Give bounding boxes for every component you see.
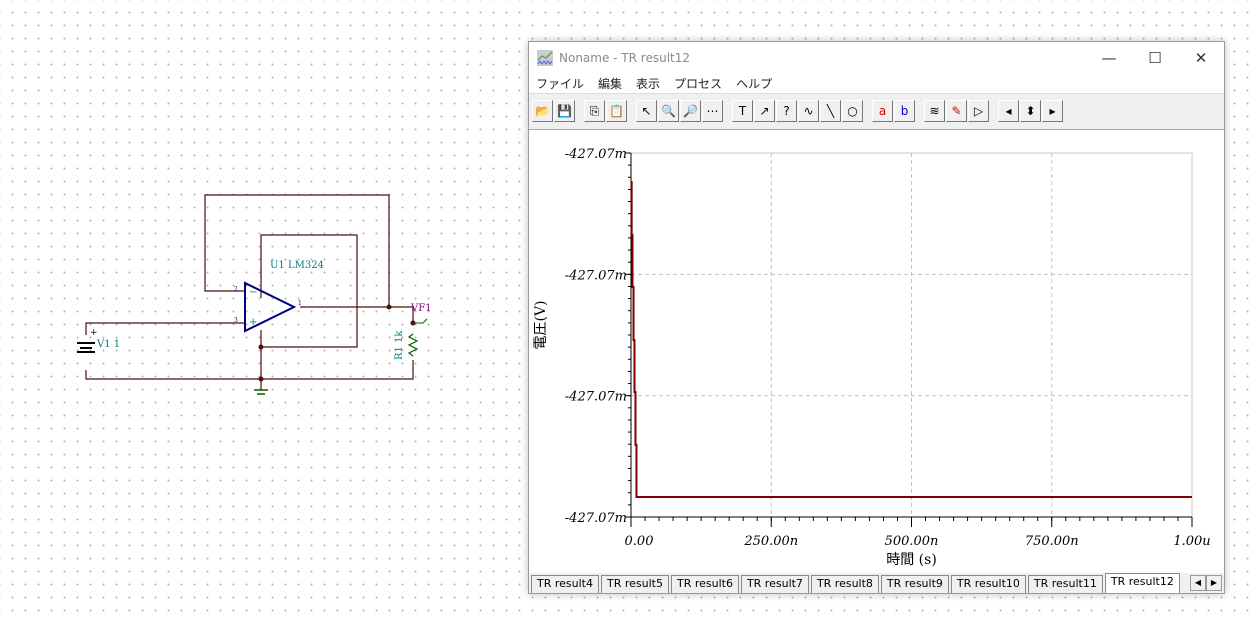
- copy-button[interactable]: ⎘: [584, 100, 605, 122]
- battery-symbol[interactable]: [77, 342, 95, 353]
- pointer-button[interactable]: ↖: [636, 100, 657, 122]
- zoom-100-icon: 🔎: [683, 104, 698, 118]
- cursor-formula-icon: ∿: [803, 104, 814, 118]
- cursor-question-icon: ?: [783, 104, 790, 118]
- cursor-a-button[interactable]: a: [872, 100, 893, 122]
- text-button[interactable]: T: [732, 100, 753, 122]
- add-probe-icon: ✎: [951, 104, 962, 118]
- x-tick-label: 1.00u: [1173, 534, 1210, 549]
- pin-label: 1: [298, 300, 302, 307]
- add-probe-button[interactable]: ✎: [946, 100, 967, 122]
- x-tick-label: 500.00n: [885, 534, 939, 549]
- app-icon: [537, 49, 553, 66]
- menu-help[interactable]: ヘルプ: [736, 75, 772, 92]
- pointer-icon: ↖: [641, 104, 652, 118]
- cursor-formula-button[interactable]: ∿: [798, 100, 819, 122]
- menu-bar: ファイル 編集 表示 プロセス ヘルプ: [529, 73, 1224, 93]
- svg-text:+: +: [249, 317, 257, 328]
- resistor-label: R1 1k: [394, 330, 405, 360]
- y-tick-label: -427.07m: [565, 390, 627, 405]
- tab-tr-result12[interactable]: TR result12: [1104, 573, 1180, 593]
- tab-tr-result4[interactable]: TR result4: [531, 575, 599, 593]
- cursor-b-button[interactable]: b: [894, 100, 915, 122]
- cursor-question-button[interactable]: ?: [776, 100, 797, 122]
- tab-scroll: ◀ ▶: [1190, 575, 1222, 591]
- maximize-button[interactable]: ☐: [1132, 49, 1178, 67]
- copy-icon: ⎘: [589, 103, 600, 118]
- menu-file[interactable]: ファイル: [536, 75, 584, 92]
- marker-button[interactable]: ▷: [968, 100, 989, 122]
- add-curve-button[interactable]: ≋: [924, 100, 945, 122]
- tab-tr-result8[interactable]: TR result8: [810, 575, 879, 593]
- x-tick-label: 0.00: [625, 534, 654, 549]
- paste-button[interactable]: 📋: [606, 100, 627, 122]
- open-button[interactable]: 📂: [532, 100, 553, 122]
- source-label: V1 1: [96, 339, 120, 350]
- y-tick-label: -427.07m: [565, 511, 627, 526]
- tab-tr-result11[interactable]: TR result11: [1027, 575, 1103, 593]
- scroll-left-icon: ◂: [1005, 104, 1012, 118]
- cursor-b-icon: b: [900, 104, 909, 118]
- line-icon: ╲: [826, 104, 835, 118]
- title-bar[interactable]: Noname - TR result12 — ☐ ✕: [529, 42, 1224, 73]
- window-title: Noname - TR result12: [559, 50, 691, 65]
- circle-button[interactable]: ○: [842, 100, 863, 122]
- scroll-right-button[interactable]: ▸: [1042, 100, 1063, 122]
- pin-label: 2: [234, 286, 238, 293]
- junctions: [258, 304, 416, 382]
- menu-process[interactable]: プロセス: [674, 75, 722, 92]
- tab-scroll-left-button[interactable]: ◀: [1190, 575, 1206, 591]
- tab-tr-result6[interactable]: TR result6: [670, 575, 739, 593]
- x-axis-label: 時間 (s): [886, 552, 937, 568]
- y-axis-label: 電圧(V): [533, 300, 549, 349]
- add-curve-icon: ≋: [929, 104, 940, 118]
- schematic: − + + U1 LM324 V1 1 R1 1k VF1 2 3 1: [77, 194, 432, 395]
- y-tick-label: -427.07m: [565, 147, 627, 162]
- svg-text:+: +: [90, 328, 98, 338]
- marker-icon: ▷: [973, 104, 984, 118]
- zoom-in-icon: 🔍: [661, 104, 676, 118]
- scroll-up-down-icon: ⬍: [1025, 104, 1036, 118]
- chart[interactable]: 0.00 250.00n 500.00n 750.00n 1.00u -427.07m -4…: [529, 130, 1224, 574]
- tab-tr-result10[interactable]: TR result10: [950, 575, 1026, 593]
- tab-tr-result7[interactable]: TR result7: [740, 575, 809, 593]
- waveform-window: Noname - TR result12 — ☐ ✕ ファイル 編集 表示 プロ…: [528, 41, 1225, 594]
- zoom-in-button[interactable]: 🔍: [658, 100, 679, 122]
- tab-tr-result5[interactable]: TR result5: [600, 575, 669, 593]
- result-tabs: TR result4 TR result5 TR result6 TR result7…: [529, 573, 1224, 593]
- pin-label: 3: [234, 317, 238, 324]
- scroll-up-down-button[interactable]: ⬍: [1020, 100, 1041, 122]
- menu-view[interactable]: 表示: [636, 75, 660, 92]
- cursor-a-icon: a: [878, 104, 887, 118]
- minimize-button[interactable]: —: [1086, 49, 1132, 67]
- grid-icon: ⋯: [706, 104, 719, 118]
- line-button[interactable]: ╲: [820, 100, 841, 122]
- x-tick-label: 750.00n: [1025, 534, 1079, 549]
- ground-symbol: [254, 389, 268, 395]
- resistor-symbol[interactable]: [407, 333, 419, 357]
- save-icon: 💾: [557, 104, 572, 118]
- svg-text:−: −: [249, 287, 257, 298]
- menu-edit[interactable]: 編集: [598, 75, 622, 92]
- open-icon: 📂: [535, 104, 550, 118]
- cursor-text-icon: ↗: [759, 104, 770, 118]
- zoom-100-button[interactable]: 🔎: [680, 100, 701, 122]
- tab-tr-result9[interactable]: TR result9: [880, 575, 949, 593]
- y-tick-label: -427.07m: [565, 268, 627, 283]
- paste-icon: 📋: [609, 104, 624, 118]
- x-tick-label: 250.00n: [743, 534, 798, 549]
- cursor-text-button[interactable]: ↗: [754, 100, 775, 122]
- scroll-right-icon: ▸: [1049, 104, 1056, 118]
- toolbar: 📂 💾 ⎘ 📋 ↖ 🔍 🔎 ⋯ T ↗? ∿ ╲ ○ a b ≋ ✎ ▷ ◂ ⬍ ▸: [529, 93, 1224, 128]
- scroll-left-button[interactable]: ◂: [998, 100, 1019, 122]
- grid-button[interactable]: ⋯: [702, 100, 723, 122]
- circle-icon: ○: [847, 104, 858, 118]
- probe-label: VF1: [410, 303, 432, 314]
- opamp-label: U1 LM324: [270, 260, 324, 271]
- plot-area[interactable]: 0.00 250.00n 500.00n 750.00n 1.00u -427.07m -4…: [529, 129, 1224, 574]
- text-icon: T: [738, 104, 747, 118]
- tab-scroll-right-button[interactable]: ▶: [1206, 575, 1222, 591]
- close-button[interactable]: ✕: [1178, 49, 1224, 67]
- save-button[interactable]: 💾: [554, 100, 575, 122]
